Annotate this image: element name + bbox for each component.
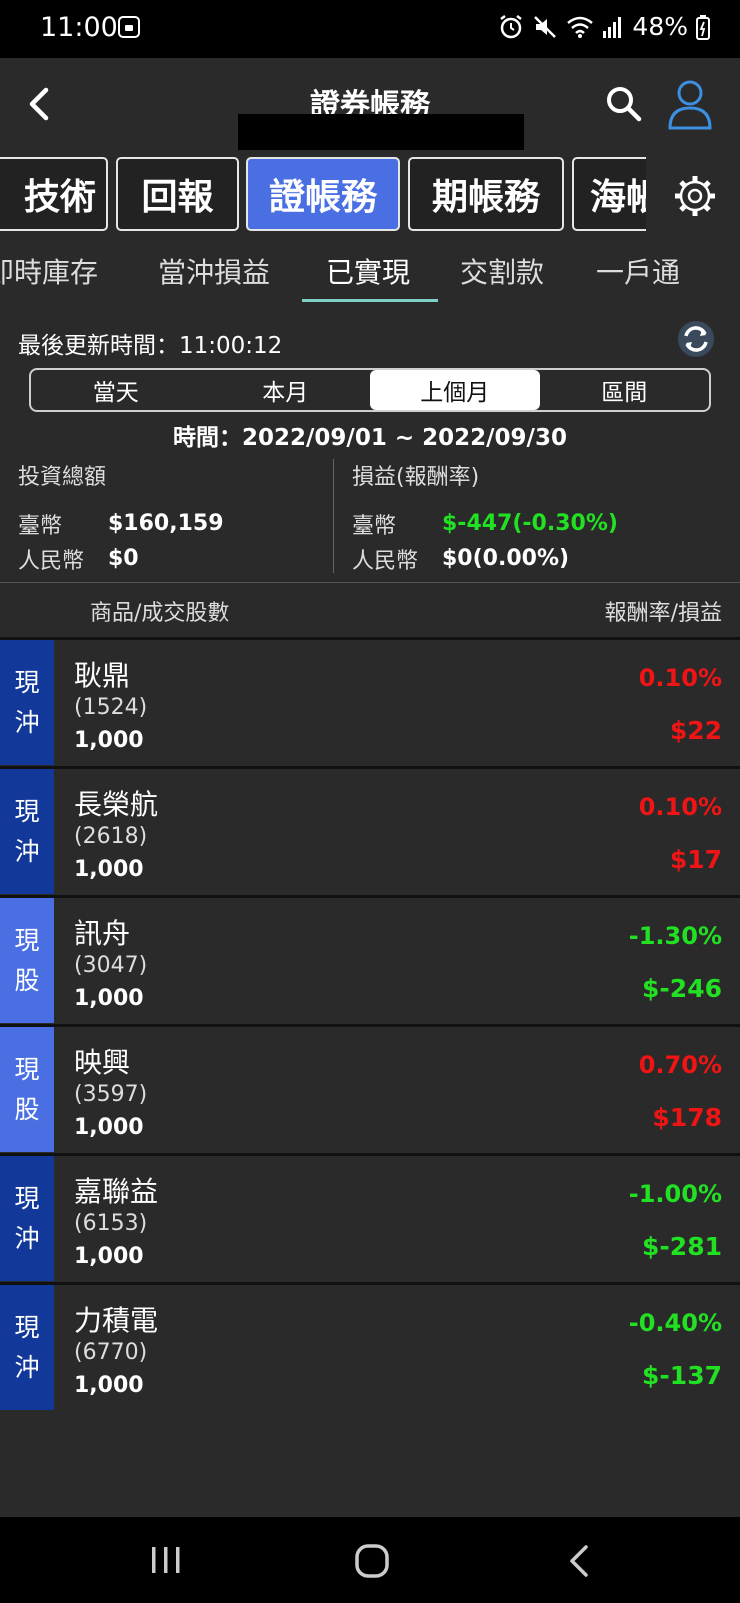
stock-code: (3047) [74,953,148,978]
return-rate: 0.70% [638,1051,722,1079]
twd-label: 臺幣 [18,513,63,539]
sub-tabs: 即時庫存 當沖損益 已實現 交割款 一戶通 [0,237,740,303]
stock-name: 長榮航 [74,788,159,821]
back-nav-button[interactable] [560,1541,600,1581]
pl-summary: 損益(報酬率) 臺幣 $-447(-0.30%) 人民幣 $0(0.00%) [352,462,732,576]
redacted-account [238,114,524,150]
twd-label: 臺幣 [352,513,397,539]
subtab-realized[interactable]: 已實現 [326,251,410,291]
alarm-icon [500,14,523,38]
stock-quantity: 1,000 [74,986,144,1011]
last-update-label: 最後更新時間： [18,333,179,359]
stock-code: (2618) [74,824,148,849]
stock-name: 力積電 [74,1304,159,1337]
stock-quantity: 1,000 [74,1244,144,1269]
stock-name: 映興 [74,1046,131,1079]
subtab-day-trade-pl[interactable]: 當沖損益 [158,251,270,291]
list-header: 商品/成交股數 報酬率/損益 [0,582,740,639]
period-today[interactable]: 當天 [31,370,201,410]
profit-loss: $17 [669,845,722,874]
tab-report[interactable]: 回報 [116,157,239,231]
stock-name: 嘉聯益 [74,1175,159,1208]
table-row[interactable]: 現沖 耿鼎 (1524) 1,000 0.10% $22 [0,637,740,765]
trade-type-badge: 現股 [0,898,54,1023]
stock-quantity: 1,000 [74,1115,144,1140]
tab-securities-account[interactable]: 證帳務 [246,157,400,231]
mute-icon [534,15,557,38]
stock-code: (6153) [74,1211,148,1236]
status-time: 11:00 [40,12,118,43]
subtab-active-indicator [302,299,438,302]
rmb-label: 人民幣 [352,548,419,574]
return-rate: -1.30% [628,922,722,950]
profit-loss: $-281 [642,1232,722,1261]
search-icon[interactable] [604,84,644,124]
table-row[interactable]: 現沖 力積電 (6770) 1,000 -0.40% $-137 [0,1282,740,1410]
twd-pl-value: $-447(-0.30%) [442,511,618,536]
trade-type-badge: 現沖 [0,1285,54,1410]
twd-invest-value: $160,159 [108,511,224,536]
status-bar: 11:00 48% [0,0,740,58]
period-range[interactable]: 區間 [540,370,710,410]
rmb-invest-value: $0 [108,546,139,571]
last-update-time: 11:00:12 [179,333,283,359]
rmb-pl-value: $0(0.00%) [442,546,570,571]
tab-technical[interactable]: 技術 [0,157,108,231]
wifi-icon [567,16,594,38]
trade-type-badge: 現沖 [0,1156,54,1281]
table-row[interactable]: 現沖 嘉聯益 (6153) 1,000 -1.00% $-281 [0,1153,740,1281]
signal-icon [603,16,622,38]
profit-loss: $-246 [642,974,722,1003]
battery-percent: 48% [632,12,688,41]
date-range: 時間：2022/09/01 ~ 2022/09/30 [173,425,567,451]
return-rate: 0.10% [638,793,722,821]
trade-type-badge: 現股 [0,1027,54,1152]
period-this-month[interactable]: 本月 [201,370,371,410]
return-rate: -1.00% [628,1180,722,1208]
period-selector: 當天 本月 上個月 區間 [29,368,711,412]
battery-icon [696,14,710,40]
rmb-label: 人民幣 [18,548,85,574]
last-update: 最後更新時間：11:00:12 [18,326,282,360]
trade-type-badge: 現沖 [0,769,54,894]
notification-icon [118,16,140,38]
stock-code: (1524) [74,695,148,720]
profit-loss: $22 [669,716,722,745]
system-nav-bar [0,1517,740,1603]
recent-apps-button[interactable] [146,1543,186,1577]
column-product: 商品/成交股數 [90,601,230,626]
profit-loss: $178 [652,1103,722,1132]
column-return: 報酬率/損益 [604,601,722,626]
home-button[interactable] [352,1541,392,1581]
gear-icon[interactable] [672,173,718,219]
return-rate: 0.10% [638,664,722,692]
stock-quantity: 1,000 [74,1373,144,1398]
app-header: 證券帳務 [0,58,740,150]
return-rate: -0.40% [628,1309,722,1337]
subtab-one-account[interactable]: 一戶通 [596,251,680,291]
user-icon[interactable] [666,78,714,130]
trade-type-badge: 現沖 [0,640,54,765]
investment-summary: 投資總額 臺幣 $160,159 人民幣 $0 [18,462,318,576]
period-last-month[interactable]: 上個月 [370,370,540,410]
refresh-icon[interactable] [678,321,714,357]
main-tabs: 技術 回報 證帳務 期帳務 海帳 [0,155,740,237]
table-row[interactable]: 現股 訊舟 (3047) 1,000 -1.30% $-246 [0,895,740,1023]
table-row[interactable]: 現股 映興 (3597) 1,000 0.70% $178 [0,1024,740,1152]
tab-futures-account[interactable]: 期帳務 [408,157,564,231]
stock-name: 訊舟 [74,917,131,950]
stock-quantity: 1,000 [74,857,144,882]
subtab-inventory[interactable]: 即時庫存 [0,251,98,291]
stock-code: (3597) [74,1082,148,1107]
subtab-settlement[interactable]: 交割款 [460,251,544,291]
stock-name: 耿鼎 [74,659,131,692]
stock-code: (6770) [74,1340,148,1365]
status-icons: 48% [498,12,710,41]
pl-title: 損益(報酬率) [352,465,480,490]
invest-total-title: 投資總額 [18,465,107,490]
table-row[interactable]: 現沖 長榮航 (2618) 1,000 0.10% $17 [0,766,740,894]
stock-quantity: 1,000 [74,728,144,753]
summary-divider [333,459,334,573]
profit-loss: $-137 [642,1361,722,1390]
